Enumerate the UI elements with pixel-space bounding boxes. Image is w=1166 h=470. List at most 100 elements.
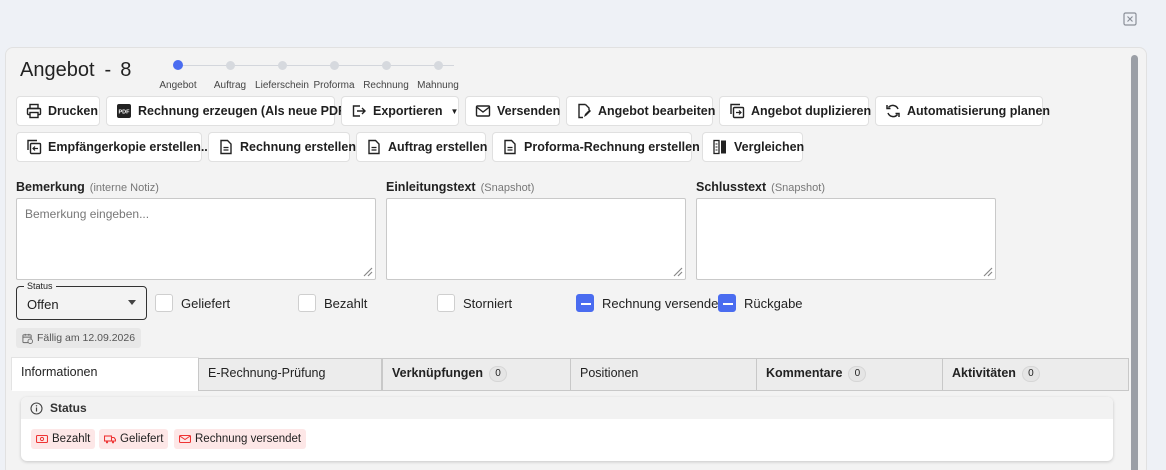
document-type: Angebot (20, 59, 95, 81)
step-angebot[interactable]: Angebot (148, 58, 208, 91)
step-dot (277, 61, 287, 70)
step-dot (225, 61, 235, 70)
status-badge-label: Rechnung versendet (195, 433, 302, 445)
checkbox-box[interactable] (437, 294, 455, 312)
compare-button[interactable]: Vergleichen (702, 132, 804, 162)
tab-count-badge: 0 (488, 366, 507, 382)
status-card: Status Bezahlt Geliefert Rechnung versen… (21, 397, 1113, 461)
edit-offer-button[interactable]: Angebot bearbeiten (566, 96, 716, 126)
chevron-down-icon: ▼ (450, 106, 459, 116)
checkbox-cancelled[interactable]: Storniert (437, 294, 512, 312)
create-order-label: Auftrag erstellen (388, 140, 488, 154)
duplicate-offer-label: Angebot duplizieren (751, 104, 872, 118)
status-badge-delivered: Geliefert (99, 429, 169, 449)
checkbox-box[interactable] (298, 294, 316, 312)
title-separator: - (104, 59, 112, 81)
intro-sublabel: (Snapshot) (480, 182, 535, 194)
generate-invoice-pdf-label: Rechnung erzeugen (Als neue PDF) (138, 104, 350, 118)
step-label: Lieferschein (255, 80, 309, 91)
step-dot (381, 61, 391, 70)
edit-offer-label: Angebot bearbeiten (598, 104, 716, 118)
status-badge-invoice-sent: Rechnung versendet (174, 429, 307, 449)
step-label: Mahnung (417, 80, 459, 91)
closing-text-input[interactable] (696, 198, 996, 280)
export-dropdown-button[interactable]: Exportieren ▼ (341, 96, 459, 126)
generate-invoice-pdf-button[interactable]: PDF Rechnung erzeugen (Als neue PDF) (106, 96, 350, 126)
tab-count-badge: 0 (848, 366, 867, 382)
checkbox-box[interactable] (718, 294, 736, 312)
create-proforma-button[interactable]: Proforma-Rechnung erstellen (492, 132, 700, 162)
remark-label: Bemerkung (16, 180, 85, 194)
tab-label: E-Rechnung-Prüfung (208, 366, 326, 380)
tab-aktivitaeten[interactable]: Aktivitäten 0 (942, 358, 1129, 391)
step-label: Auftrag (213, 80, 247, 91)
schedule-automation-button[interactable]: Automatisierung planen (875, 96, 1050, 126)
closing-sublabel: (Snapshot) (771, 182, 825, 194)
step-mahnung[interactable]: Mahnung (408, 58, 468, 91)
closing-heading: Schlusstext (Snapshot) (696, 180, 825, 194)
send-button[interactable]: Versenden (465, 96, 560, 126)
tab-count-badge: 0 (1021, 366, 1040, 382)
export-icon (351, 103, 367, 119)
tab-verknuepfungen[interactable]: Verknüpfungen 0 (382, 358, 571, 391)
status-select[interactable]: Status Offen (16, 281, 147, 320)
duplicate-offer-button[interactable]: Angebot duplizieren (719, 96, 872, 126)
create-invoice-button[interactable]: Rechnung erstellen (208, 132, 356, 162)
tab-label: Aktivitäten (952, 366, 1016, 380)
calendar-clock-icon (22, 333, 33, 344)
tab-bar: Informationen E-Rechnung-Prüfung Verknüp… (11, 357, 1129, 391)
remark-sublabel: (interne Notiz) (89, 182, 159, 194)
tab-label: Kommentare (766, 366, 843, 380)
create-order-button[interactable]: Auftrag erstellen (356, 132, 488, 162)
print-button[interactable]: Drucken (16, 96, 100, 126)
checkbox-label: Storniert (463, 295, 513, 311)
schedule-automation-label: Automatisierung planen (907, 104, 1051, 118)
step-auftrag[interactable]: Auftrag (200, 58, 260, 91)
remark-input[interactable] (16, 198, 376, 280)
recipient-copy-button[interactable]: Empfängerkopie erstellen... (16, 132, 211, 162)
due-date-text: Fällig am 12.09.2026 (37, 332, 136, 344)
sync-icon (885, 103, 901, 119)
status-badge-label: Bezahlt (52, 433, 91, 445)
step-label: Angebot (159, 80, 197, 91)
copy-icon (26, 139, 42, 155)
printer-icon (26, 103, 42, 119)
document-number: 8 (120, 59, 132, 81)
pdf-icon: PDF (116, 103, 132, 119)
compare-icon (712, 139, 728, 155)
checkbox-invoice-sent[interactable]: Rechnung versendet (576, 294, 722, 312)
create-invoice-label: Rechnung erstellen (240, 140, 356, 154)
status-badge-paid: Bezahlt (31, 429, 96, 449)
status-select-value: Offen (27, 297, 59, 312)
step-proforma[interactable]: Proforma (304, 58, 364, 91)
edit-document-icon (576, 103, 592, 119)
tab-label: Informationen (21, 365, 98, 379)
intro-text-input[interactable] (386, 198, 686, 280)
tab-label: Positionen (580, 366, 639, 380)
workflow-stepper: Angebot Auftrag Lieferschein Proforma Re… (158, 58, 468, 92)
tab-kommentare[interactable]: Kommentare 0 (756, 358, 943, 391)
top-bar (0, 0, 1166, 46)
tab-label: Verknüpfungen (392, 366, 483, 380)
create-proforma-label: Proforma-Rechnung erstellen (524, 140, 700, 154)
checkbox-label: Rückgabe (744, 295, 803, 311)
checkbox-return[interactable]: Rückgabe (718, 294, 803, 312)
truck-icon (104, 435, 116, 444)
mail-sent-icon (179, 434, 191, 444)
tab-informationen[interactable]: Informationen (11, 357, 199, 391)
checkbox-delivered[interactable]: Geliefert (155, 294, 230, 312)
checkbox-box[interactable] (155, 294, 173, 312)
status-card-title: Status (50, 401, 87, 415)
checkbox-label: Bezahlt (324, 295, 368, 311)
money-icon (36, 434, 48, 444)
tab-positionen[interactable]: Positionen (570, 358, 757, 391)
tab-e-rechnung-pruefung[interactable]: E-Rechnung-Prüfung (198, 358, 382, 391)
step-lieferschein[interactable]: Lieferschein (252, 58, 312, 91)
vertical-scrollbar[interactable] (1131, 55, 1138, 470)
step-rechnung[interactable]: Rechnung (356, 58, 416, 91)
checkbox-box[interactable] (576, 294, 594, 312)
step-label: Rechnung (363, 80, 409, 91)
checkbox-paid[interactable]: Bezahlt (298, 294, 367, 312)
close-square-icon[interactable] (1123, 12, 1137, 26)
dropdown-arrow-icon (128, 300, 136, 305)
